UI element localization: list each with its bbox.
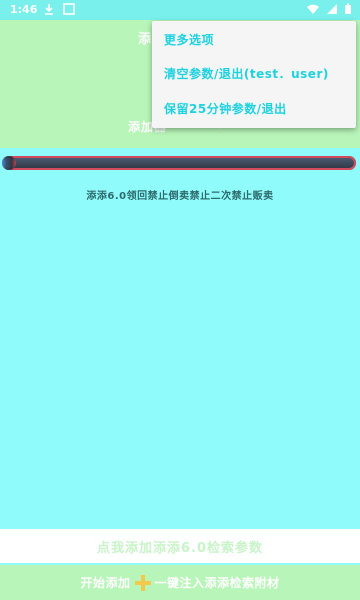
start-add-label-left: 开始添加 bbox=[80, 576, 131, 590]
menu-item-clear-params-exit[interactable]: 清空参数/退出(test．user) bbox=[164, 65, 329, 82]
add-params-label: 点我添加添添6.0检索参数 bbox=[96, 540, 264, 556]
overflow-menu: 更多选项 清空参数/退出(test．user) 保留25分钟参数/退出 bbox=[152, 21, 356, 128]
add-params-button[interactable]: 点我添加添添6.0检索参数 bbox=[0, 529, 360, 563]
start-add-label-right: 一键注入添添检索附材 bbox=[154, 576, 280, 590]
progress-bar bbox=[2, 156, 356, 170]
menu-item-keep-params-exit[interactable]: 保留25分钟参数/退出 bbox=[164, 100, 287, 117]
status-bar: 1:46 bbox=[0, 0, 360, 20]
status-time: 1:46 bbox=[10, 3, 38, 16]
battery-icon bbox=[345, 3, 351, 14]
warning-text: 添添6.0领回禁止倒卖禁止二次禁止贩卖 bbox=[86, 191, 274, 202]
wifi-icon bbox=[307, 4, 319, 14]
menu-item-more-options[interactable]: 更多选项 bbox=[164, 31, 214, 48]
status-right bbox=[306, 3, 352, 15]
start-add-button[interactable]: 开始添加 一键注入添添检索附材 bbox=[0, 565, 360, 600]
plus-icon bbox=[134, 574, 151, 591]
download-icon bbox=[45, 4, 53, 15]
signal-icon bbox=[327, 4, 337, 14]
header-title: 添 bbox=[138, 32, 153, 47]
app-icon bbox=[63, 3, 75, 15]
progress-fill bbox=[2, 156, 16, 170]
